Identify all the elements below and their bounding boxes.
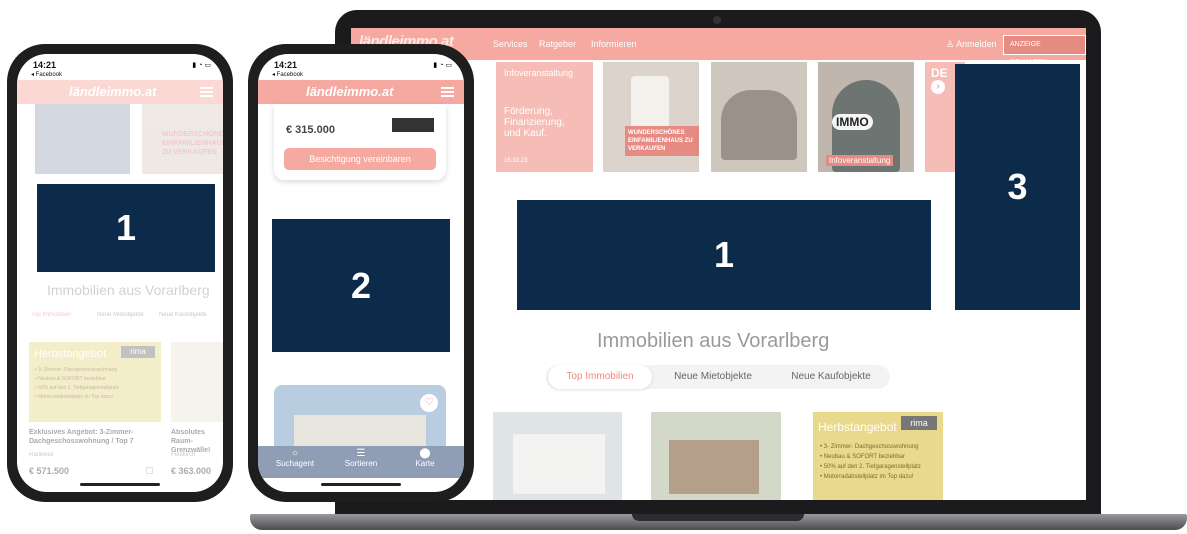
cta-button[interactable]: ANZEIGE SCHALTEN <box>1003 35 1086 66</box>
immo-badge: IMMO <box>832 114 873 130</box>
tile-speaker[interactable]: IMMO Infoveranstaltung <box>818 62 914 172</box>
menu-icon[interactable] <box>441 87 454 97</box>
tile-group-photo[interactable] <box>711 62 807 172</box>
phone-1-screen: 14:21 ◂ Facebook ▮ ◔ ▭ ländleimmo.at WUN… <box>17 54 223 492</box>
nav-search-agent[interactable]: ○ Suchagent <box>272 448 318 468</box>
agency-logo <box>392 118 434 132</box>
status-bar: 14:21 ◂ Facebook ▮ ◔ ▭ <box>258 54 464 80</box>
carousel-next-icon[interactable]: › <box>931 80 945 94</box>
tile-group-image <box>721 90 797 160</box>
nav-services[interactable]: Services <box>493 39 528 49</box>
tile-caption: Infoveranstaltung <box>826 155 894 166</box>
home-indicator[interactable] <box>80 483 160 486</box>
tab-neue-mietobjekte[interactable]: Neue Mietobjekte <box>663 365 763 389</box>
card-bullets: • 3- Zimmer- Dachgeschosswohnung • Neuba… <box>820 444 921 480</box>
tile-title: Infoveranstaltung <box>504 68 574 78</box>
menu-icon[interactable] <box>200 87 213 97</box>
user-icon: ♙ <box>946 39 955 49</box>
tile-body: Förderung, Finanzierung, und Kauf. <box>504 106 565 139</box>
listing-card-1[interactable] <box>493 412 622 500</box>
tile-label: WUNDERSCHÖNES EINFAMILIENHAUS ZU VERKAUF… <box>625 126 699 156</box>
mobile-logo[interactable]: ländleimmo.at <box>306 84 393 99</box>
listing-1-location: Rankweil <box>29 452 54 458</box>
nav-ratgeber[interactable]: Ratgeber <box>539 39 576 49</box>
list-icon: ☰ <box>356 448 366 459</box>
listing-card[interactable]: € 315.000 Besichtigung vereinbaren <box>274 104 446 180</box>
listing-image-2 <box>669 440 759 494</box>
placeholder-block-3: 3 <box>955 64 1080 310</box>
location-pin-icon: ⬤ <box>419 448 431 459</box>
listing-1-title[interactable]: Exklusives Angebot: 3-Zimmer-Dachgeschos… <box>29 428 159 446</box>
tab-neue-kaufobjekte[interactable]: Neue Kaufobjekte <box>781 365 881 389</box>
placeholder-block-1: 1 <box>37 184 215 272</box>
chat-icon[interactable]: ▢ <box>145 465 154 476</box>
card-heading: Herbstangebot <box>818 420 897 434</box>
signal-battery-icon: ▮ ◔ ▭ <box>433 62 452 69</box>
tab-neue-mietobjekte[interactable]: Neue Mietobjekte <box>97 312 144 318</box>
listing-2-price: € 363.000 <box>171 466 212 476</box>
listing-1-price: € 571.500 <box>29 466 70 476</box>
tab-top-immobilien[interactable]: Top Immobilien <box>548 365 652 389</box>
tile-date: 16.10.23 <box>504 158 528 164</box>
home-indicator[interactable] <box>321 483 401 486</box>
laptop-notch <box>632 514 804 521</box>
arrange-viewing-button[interactable]: Besichtigung vereinbaren <box>284 148 436 170</box>
tab-neue-kaufobjekte[interactable]: Neue Kaufobjekte <box>159 312 207 318</box>
placeholder-block-2: 2 <box>272 219 450 352</box>
tile-info-event[interactable]: Infoveranstaltung Förderung, Finanzierun… <box>496 62 593 172</box>
card-bullets: • 3- Zimmer- Dachgeschosswohnung • Neuba… <box>35 367 120 400</box>
nav-informieren[interactable]: Informieren <box>591 39 637 49</box>
listing-card-2[interactable] <box>651 412 781 500</box>
webcam <box>713 16 721 24</box>
tile-text: DE <box>931 66 948 80</box>
mobile-logo[interactable]: ländleimmo.at <box>69 84 156 99</box>
listing-card-3[interactable]: Herbstangebot rima • 3- Zimmer- Dachgesc… <box>813 412 943 500</box>
card-heading: Herbstangebot <box>34 348 107 360</box>
phone-2-screen: 14:21 ◂ Facebook ▮ ◔ ▭ ländleimmo.at € 3… <box>258 54 464 492</box>
signal-battery-icon: ▮ ◔ ▭ <box>192 62 211 69</box>
tile-house-sale[interactable]: WUNDERSCHÖNES EINFAMILIENHAUS ZU VERKAUF… <box>142 104 223 174</box>
tile-house-sale[interactable]: WUNDERSCHÖNES EINFAMILIENHAUS ZU VERKAUF… <box>603 62 699 172</box>
listing-2-location: Feldkirch <box>171 452 196 458</box>
status-time: 14:21 <box>33 60 57 70</box>
back-to-facebook[interactable]: ◂ Facebook <box>31 71 62 78</box>
mobile-header: ländleimmo.at <box>258 80 464 104</box>
nav-sort[interactable]: ☰ Sortieren <box>338 448 384 468</box>
tile-image[interactable] <box>35 104 130 174</box>
favorite-heart-icon[interactable]: ♡ <box>420 394 438 412</box>
search-icon: ○ <box>291 448 299 459</box>
mobile-header: ländleimmo.at <box>17 80 223 104</box>
listing-card-2[interactable] <box>171 342 223 422</box>
tab-top-immobilien[interactable]: Top Immobilien <box>31 312 71 318</box>
listing-image-1 <box>513 434 605 494</box>
card-brand-logo: rima <box>121 346 155 358</box>
listing-image[interactable] <box>274 385 446 455</box>
login-link[interactable]: ♙ Anmelden <box>946 39 997 50</box>
listing-card-1[interactable]: Herbstangebot rima • 3- Zimmer- Dachgesc… <box>29 342 161 422</box>
listing-price: € 315.000 <box>286 124 335 136</box>
listing-2-title[interactable]: Absolutes Raum-Grenzwälle! <box>171 428 223 455</box>
status-bar: 14:21 ◂ Facebook ▮ ◔ ▭ <box>17 54 223 80</box>
section-title: Immobilien aus Vorarlberg <box>597 330 830 352</box>
tile-label: WUNDERSCHÖNES EINFAMILIENHAUS ZU VERKAUF… <box>162 131 223 156</box>
bottom-nav: ○ Suchagent ☰ Sortieren ⬤ Karte <box>258 446 464 478</box>
placeholder-block-1: 1 <box>517 200 931 310</box>
status-time: 14:21 <box>274 60 298 70</box>
section-title: Immobilien aus Vorarlberg <box>47 282 210 298</box>
card-brand-logo: rima <box>901 416 937 430</box>
nav-map[interactable]: ⬤ Karte <box>402 448 448 468</box>
back-to-facebook[interactable]: ◂ Facebook <box>272 71 303 78</box>
